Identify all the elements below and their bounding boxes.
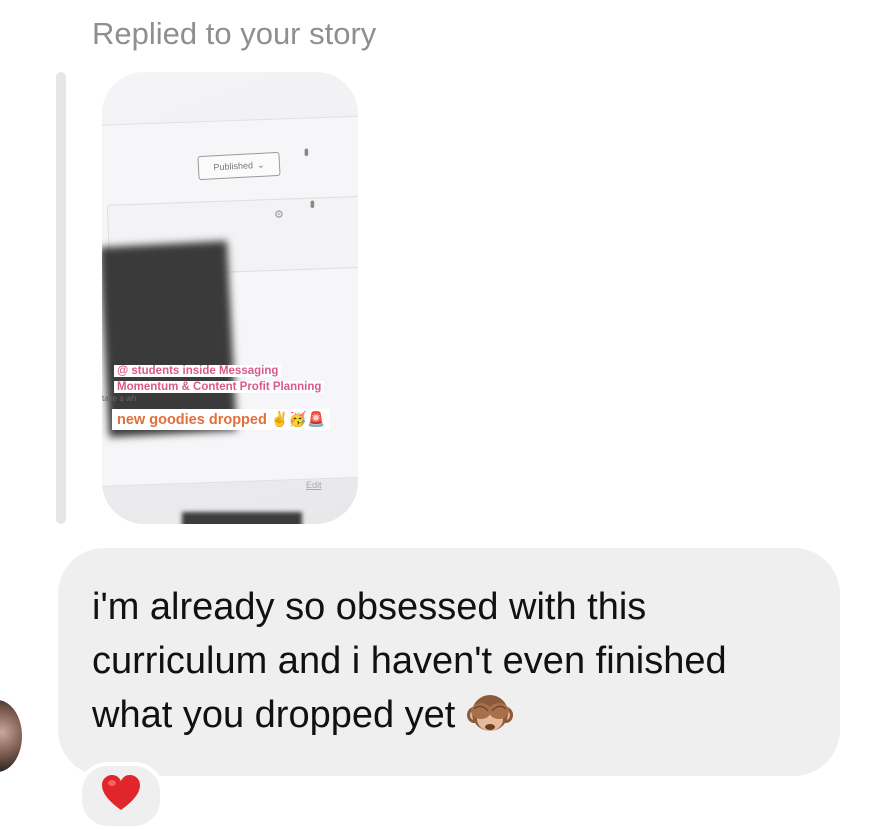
story-published-dropdown: Published ⌄ xyxy=(197,151,281,181)
reaction-badge[interactable] xyxy=(78,762,164,830)
reply-thread-line xyxy=(56,72,66,524)
story-small-text: take a wh xyxy=(102,394,137,403)
see-no-evil-monkey-icon xyxy=(466,689,514,737)
story-mention-sticker: @ students inside Messaging Momentum & C… xyxy=(114,363,325,395)
message-text: i'm already so obsessed with this curric… xyxy=(92,586,727,736)
chevron-down-icon: ⌄ xyxy=(256,159,265,170)
gear-icon: ⚙ xyxy=(274,209,284,221)
sticker-line-2: Momentum & Content Profit Planning xyxy=(114,381,325,393)
more-dots-icon: ••• xyxy=(299,148,315,154)
sticker-line-1: @ students inside Messaging xyxy=(114,365,282,377)
blurred-image-region xyxy=(102,240,237,438)
more-dots-icon: ••• xyxy=(305,200,321,206)
story-edit-link: Edit xyxy=(306,480,322,490)
story-preview-thumbnail[interactable]: Published ⌄ ••• ••• ⚙ @ students inside … xyxy=(102,72,358,524)
heart-icon xyxy=(102,775,140,810)
avatar[interactable] xyxy=(0,700,22,772)
published-label: Published xyxy=(213,160,254,173)
reply-header: Replied to your story xyxy=(92,16,377,51)
story-text-sticker: new goodies dropped ✌️🥳🚨 xyxy=(112,409,331,430)
message-text-container: i'm already so obsessed with this curric… xyxy=(92,580,812,742)
blurred-image-region xyxy=(182,512,302,524)
